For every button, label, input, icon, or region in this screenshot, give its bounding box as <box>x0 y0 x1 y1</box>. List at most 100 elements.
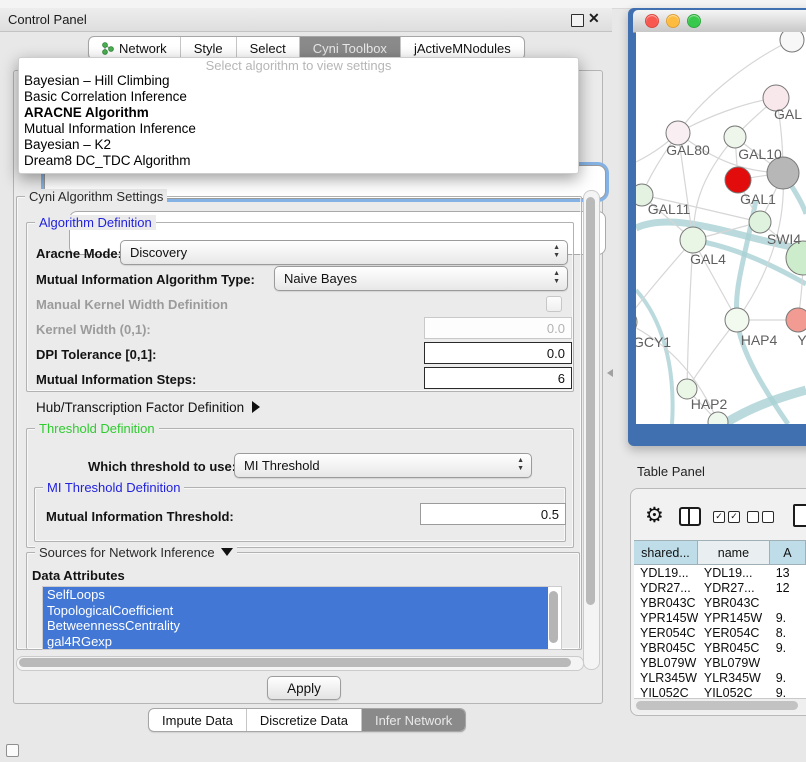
table-cell: YLR345W <box>698 671 770 685</box>
mi-threshold-label: Mutual Information Threshold: <box>46 509 234 524</box>
aracne-mode-combobox[interactable]: Discovery ▲▼ <box>120 240 568 265</box>
tab-label: jActiveMNodules <box>414 41 511 56</box>
tab-style[interactable]: Style <box>180 37 236 59</box>
table-cell: YDL19... <box>634 566 698 580</box>
gear-icon[interactable]: ⚙ <box>645 503 664 528</box>
network-node-label: HAP2 <box>691 396 728 412</box>
network-node-hap4[interactable] <box>725 308 749 332</box>
algorithm-option-basic-correlation-inference[interactable]: Basic Correlation Inference <box>19 89 578 105</box>
mi-type-combobox[interactable]: Naive Bayes ▲▼ <box>274 266 568 291</box>
table-horizontal-scrollbar[interactable] <box>634 698 806 713</box>
network-node-gal10[interactable] <box>724 126 746 148</box>
tab-jactivemnodules[interactable]: jActiveMNodules <box>400 37 524 59</box>
split-panel-icon[interactable] <box>679 507 701 526</box>
network-node-label: GAL1 <box>740 191 776 207</box>
table-body: YDL19...YDL19...13YDR27...YDR27...12YBR0… <box>634 565 806 700</box>
network-node-gal1[interactable] <box>749 211 771 233</box>
deselect-all-icon[interactable] <box>747 511 774 523</box>
minimize-window-icon[interactable] <box>666 14 680 28</box>
data-attribute-item[interactable]: BetweennessCentrality <box>43 618 548 634</box>
apply-button[interactable]: Apply <box>267 676 341 700</box>
network-node-gcy1[interactable] <box>636 310 637 334</box>
algorithm-option-bayesian-hill-climbing[interactable]: Bayesian – Hill Climbing <box>19 73 578 89</box>
table-cell: YBL079W <box>698 656 770 670</box>
table-row[interactable]: YDR27...YDR27...12 <box>634 580 806 595</box>
zoom-window-icon[interactable] <box>687 14 701 28</box>
dpi-tolerance-input[interactable] <box>424 342 572 364</box>
table-row[interactable]: YBR043CYBR043C <box>634 595 806 610</box>
algorithm-option-mutual-information-inference[interactable]: Mutual Information Inference <box>19 121 578 137</box>
dropdown-items: Bayesian – Hill ClimbingBasic Correlatio… <box>19 73 578 169</box>
network-node-gal4[interactable] <box>680 227 706 253</box>
column-header-a[interactable]: A <box>770 541 806 564</box>
network-node-label: GAL11 <box>648 201 691 217</box>
table-cell: YLR345W <box>634 671 698 685</box>
table-row[interactable]: YPR145WYPR145W9. <box>634 610 806 625</box>
network-node-y[interactable] <box>786 308 806 332</box>
kernel-width-input[interactable] <box>424 317 572 339</box>
network-node[interactable] <box>725 167 751 193</box>
combo-arrows-icon: ▲▼ <box>517 457 524 473</box>
unchecked-box-icon <box>747 511 759 523</box>
expander-arrow-icon <box>252 401 260 413</box>
network-canvas[interactable]: GALGAL80GAL10GAL1GAL11GAL4SWI4GCY1HAP4YH… <box>636 32 806 424</box>
bottom-tab-impute-data[interactable]: Impute Data <box>149 709 246 731</box>
restore-panel-icon[interactable] <box>6 744 19 757</box>
mi-steps-input[interactable] <box>424 367 572 389</box>
data-attribute-item[interactable]: SelfLoops <box>43 587 548 603</box>
table-cell: 8. <box>770 626 806 640</box>
table-row[interactable]: YBL079WYBL079W <box>634 655 806 670</box>
hub-definition-expander[interactable]: Hub/Transcription Factor Definition <box>36 400 260 415</box>
data-attribute-item[interactable]: TopologicalCoefficient <box>43 603 548 619</box>
mi-threshold-input[interactable] <box>420 503 566 525</box>
bottom-tab-label: Infer Network <box>375 713 452 728</box>
bottom-tab-discretize-data[interactable]: Discretize Data <box>246 709 361 731</box>
table-scrollbar-thumb[interactable] <box>636 701 798 710</box>
settings-horizontal-scrollbar[interactable] <box>16 656 584 671</box>
network-node-label: Y <box>797 332 806 348</box>
float-panel-icon[interactable] <box>571 14 584 27</box>
collapse-arrow-icon <box>221 548 233 556</box>
which-threshold-label: Which threshold to use: <box>88 459 236 474</box>
table-row[interactable]: YDL19...YDL19...13 <box>634 565 806 580</box>
panel-splitter-handle[interactable] <box>607 369 613 377</box>
table-cell: YBR045C <box>698 641 770 655</box>
close-panel-icon[interactable]: ✕ <box>588 10 600 27</box>
sources-legend: Sources for Network Inference <box>35 545 237 560</box>
algorithm-option-aracne-algorithm[interactable]: ARACNE Algorithm <box>19 105 578 121</box>
vertical-scrollbar-thumb[interactable] <box>586 197 595 605</box>
attr-list-scrollbar[interactable] <box>549 591 558 643</box>
tab-network[interactable]: Network <box>89 37 180 59</box>
column-header-shared[interactable]: shared... <box>634 541 698 564</box>
tab-cyni-toolbox[interactable]: Cyni Toolbox <box>299 37 400 59</box>
node-table[interactable]: shared...nameA YDL19...YDL19...13YDR27..… <box>634 540 806 712</box>
column-header-name[interactable]: name <box>698 541 770 564</box>
settings-vertical-scrollbar[interactable] <box>583 190 600 670</box>
network-edge-highlighted <box>724 390 806 424</box>
control-panel-title: Control Panel <box>0 12 87 27</box>
table-cell: YDR27... <box>698 581 770 595</box>
algorithm-option-dream8-dc-tdc-algorithm[interactable]: Dream8 DC_TDC Algorithm <box>19 153 578 169</box>
data-attribute-item[interactable]: gal4RGexp <box>43 634 548 650</box>
app-root: Control Panel ✕ NetworkStyleSelectCyni T… <box>0 0 806 762</box>
data-attributes-list[interactable]: SelfLoopsTopologicalCoefficientBetweenne… <box>42 586 562 650</box>
close-window-icon[interactable] <box>645 14 659 28</box>
tab-select[interactable]: Select <box>236 37 299 59</box>
which-threshold-combobox[interactable]: MI Threshold ▲▼ <box>234 453 532 478</box>
network-tab-icon <box>102 42 114 55</box>
algorithm-option-bayesian-k2[interactable]: Bayesian – K2 <box>19 137 578 153</box>
network-node[interactable] <box>780 32 804 52</box>
bottom-tab-infer-network[interactable]: Infer Network <box>361 709 465 731</box>
select-all-icon[interactable]: ✓ ✓ <box>713 511 740 523</box>
manual-kernel-checkbox[interactable] <box>546 296 562 312</box>
table-row[interactable]: YBR045CYBR045C9. <box>634 640 806 655</box>
aracne-mode-value: Discovery <box>130 245 187 260</box>
horizontal-scrollbar-thumb[interactable] <box>19 658 571 667</box>
table-row[interactable]: YLR345WYLR345W9. <box>634 670 806 685</box>
combo-arrows-icon: ▲▼ <box>553 270 560 286</box>
table-row[interactable]: YER054CYER054C8. <box>634 625 806 640</box>
table-function-icon[interactable] <box>793 504 806 527</box>
network-node-label: HAP4 <box>741 332 778 348</box>
table-panel-title: Table Panel <box>637 464 705 479</box>
network-window-titlebar[interactable] <box>633 10 806 33</box>
